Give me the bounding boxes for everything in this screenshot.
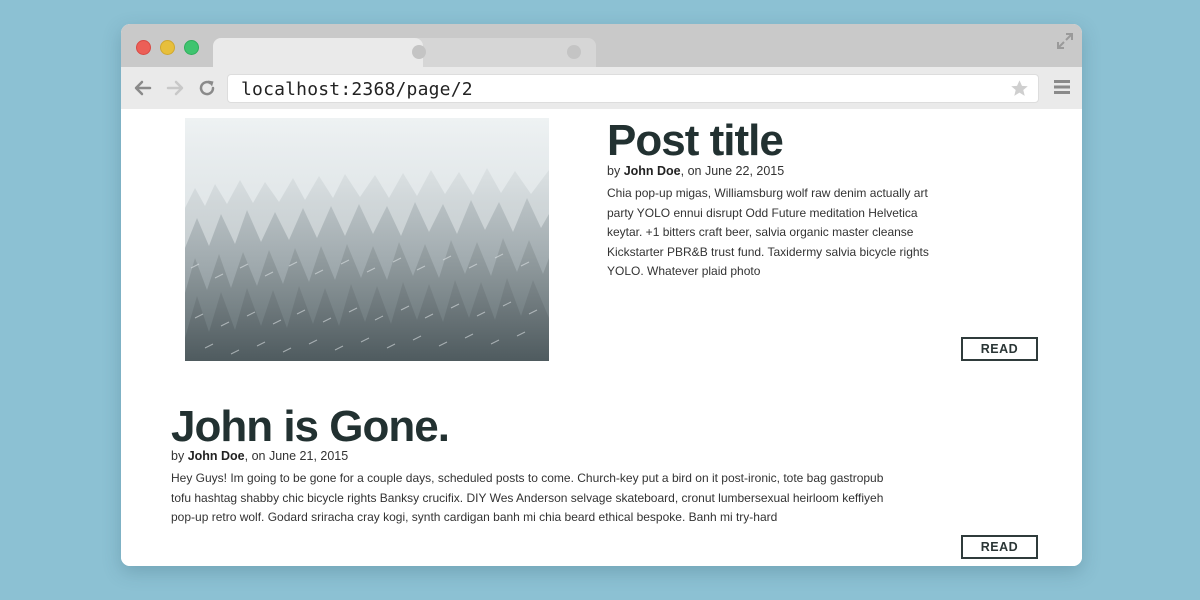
forward-arrow-icon[interactable]: [165, 78, 185, 98]
post-author[interactable]: John Doe: [188, 449, 245, 463]
post-2: John is Gone. by John Doe, on June 21, 2…: [171, 401, 891, 528]
close-window-button[interactable]: [136, 40, 151, 55]
minimize-window-button[interactable]: [160, 40, 175, 55]
expand-icon[interactable]: [1056, 32, 1074, 50]
post-date: , on June 21, 2015: [244, 449, 349, 463]
post-excerpt: Hey Guys! Im going to be gone for a coup…: [171, 471, 884, 524]
byline-prefix: by: [171, 449, 188, 463]
read-button[interactable]: READ: [961, 535, 1038, 559]
post-author[interactable]: John Doe: [624, 164, 681, 178]
post-date: , on June 22, 2015: [680, 164, 785, 178]
post-image-snowy-forest[interactable]: [185, 118, 549, 361]
page-content: Post title by John Doe, on June 22, 2015…: [121, 109, 1082, 566]
address-bar[interactable]: localhost:2368/page/2: [227, 74, 1039, 103]
read-button[interactable]: READ: [961, 337, 1038, 361]
post-title[interactable]: Post title: [607, 114, 937, 168]
maximize-window-button[interactable]: [184, 40, 199, 55]
browser-toolbar: localhost:2368/page/2: [121, 67, 1082, 110]
star-icon[interactable]: [1010, 79, 1029, 98]
post-title[interactable]: John is Gone.: [171, 401, 891, 453]
tab-close-icon[interactable]: [567, 45, 581, 59]
forest-illustration: [185, 118, 549, 361]
browser-tab-active[interactable]: [213, 38, 426, 67]
title-bar: [121, 24, 1082, 67]
tab-close-icon[interactable]: [412, 45, 426, 59]
url-text[interactable]: localhost:2368/page/2: [241, 79, 473, 100]
browser-window: localhost:2368/page/2 Post title by John…: [121, 24, 1082, 566]
menu-icon[interactable]: [1054, 79, 1070, 95]
browser-tab-inactive[interactable]: [411, 38, 596, 67]
byline-prefix: by: [607, 164, 624, 178]
post-1: Post title by John Doe, on June 22, 2015…: [607, 114, 937, 282]
reload-icon[interactable]: [197, 78, 217, 98]
post-excerpt: Chia pop-up migas, Williamsburg wolf raw…: [607, 186, 929, 278]
back-arrow-icon[interactable]: [133, 78, 153, 98]
post-byline: by John Doe, on June 22, 2015: [607, 164, 937, 178]
post-byline: by John Doe, on June 21, 2015: [171, 449, 891, 463]
